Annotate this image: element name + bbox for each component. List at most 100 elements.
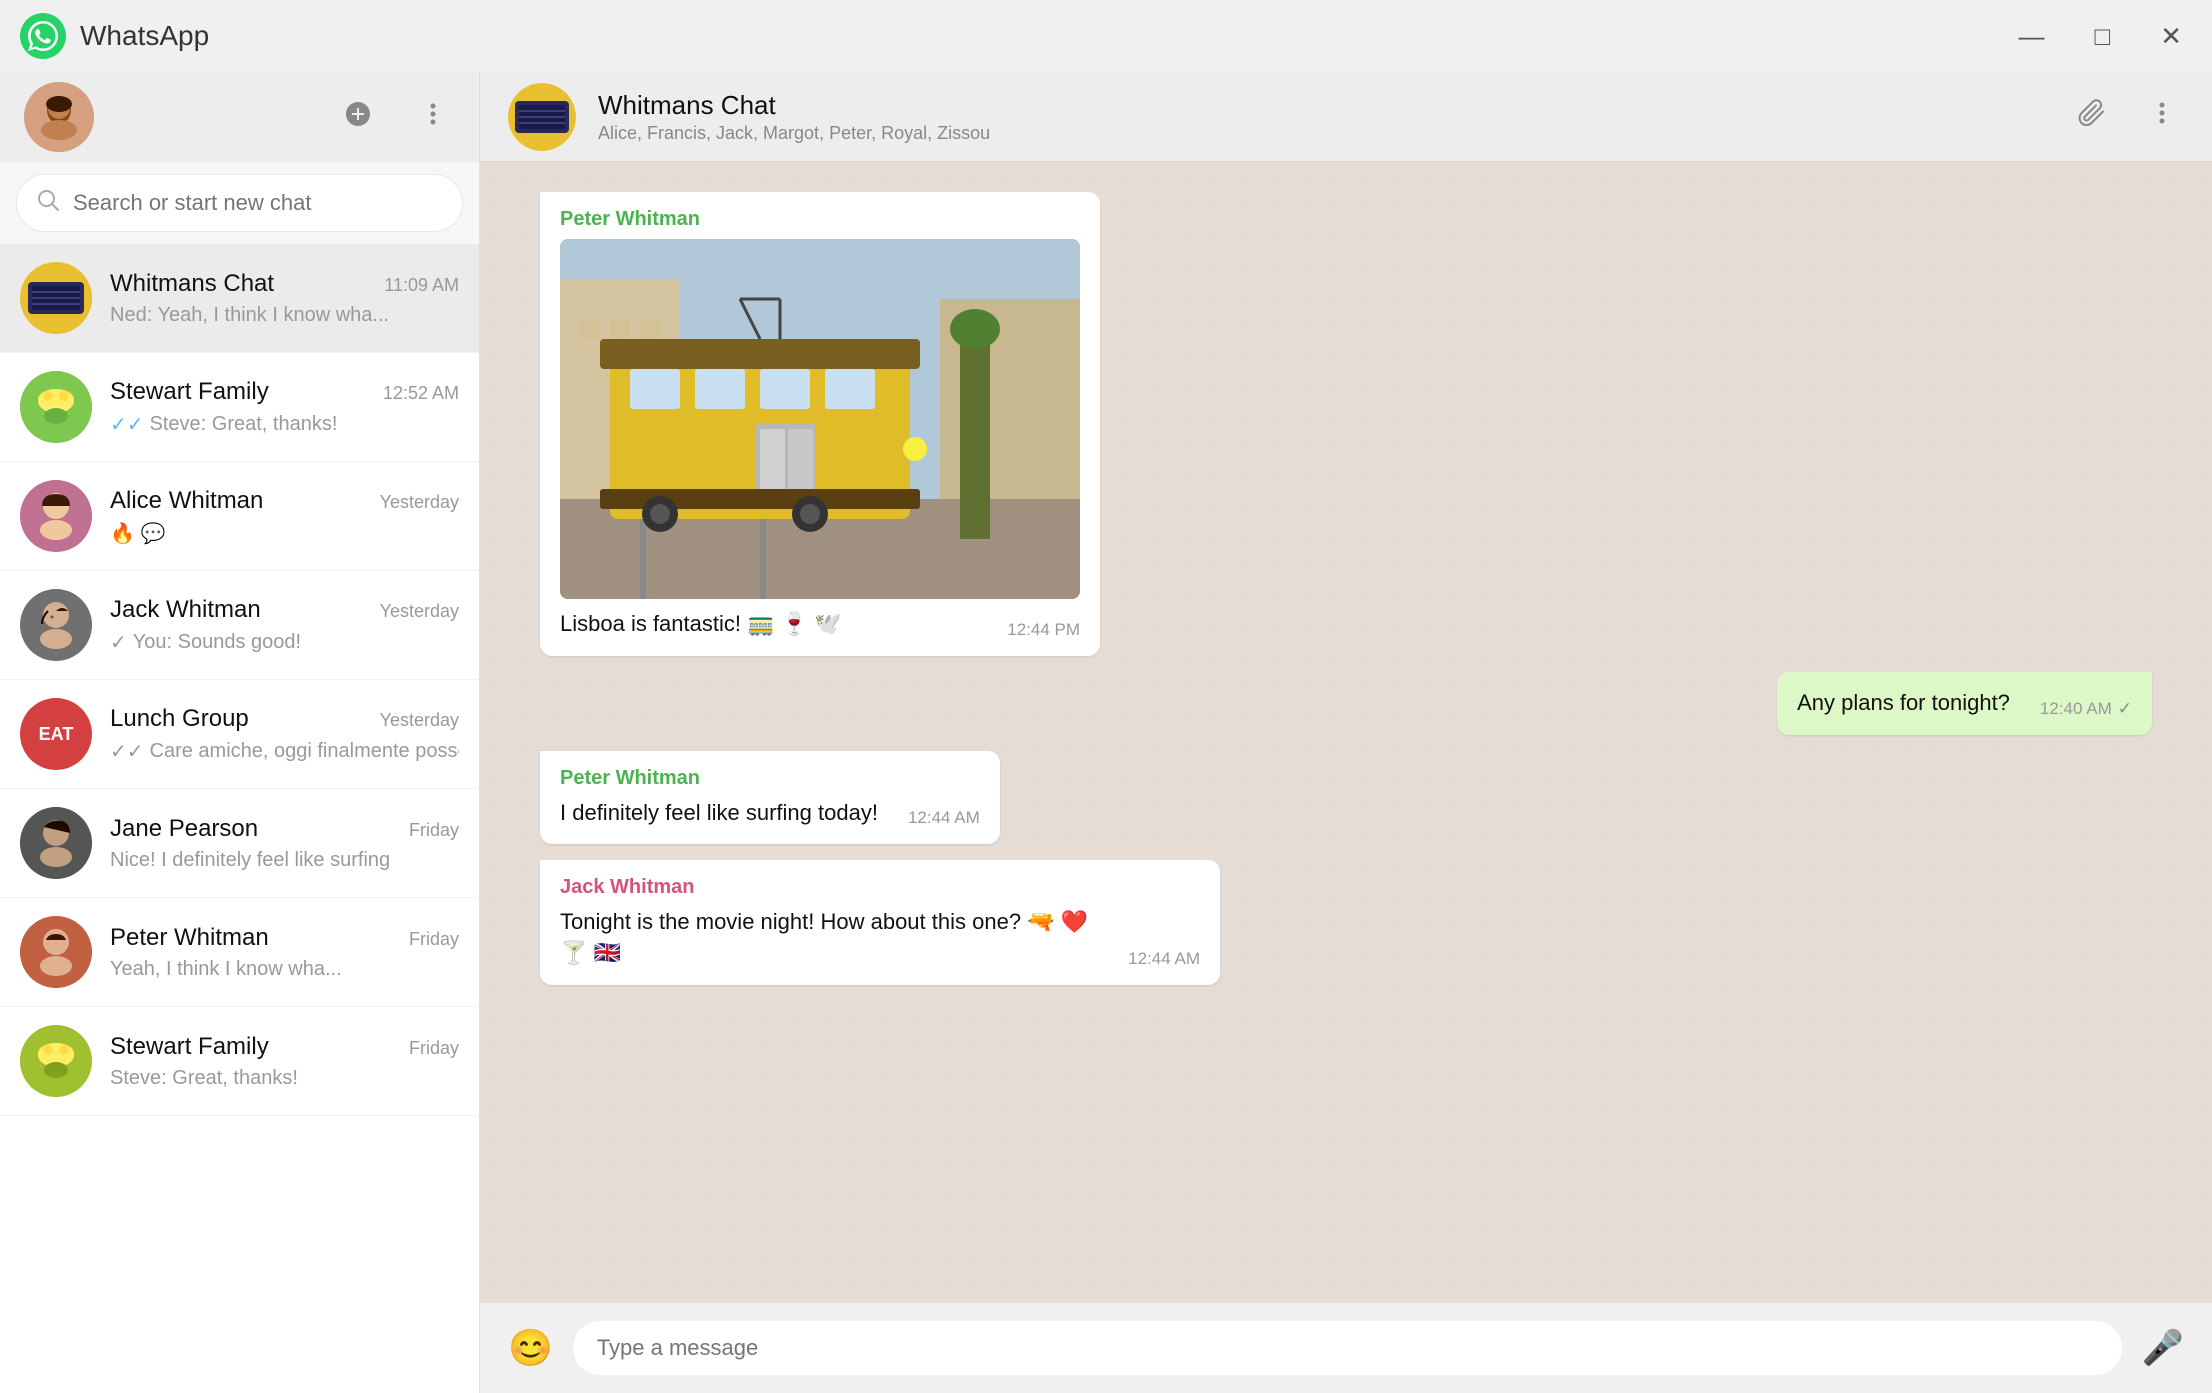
chat-header-icons [2068, 89, 2184, 144]
chat-info-lunch: Lunch Group Yesterday ✓✓ Care amiche, og… [110, 705, 459, 764]
chat-time-stewart2: Friday [409, 1038, 459, 1059]
chat-main: Whitmans Chat Alice, Francis, Jack, Marg… [480, 72, 2212, 1393]
app-container: Whitmans Chat 11:09 AM Ned: Yeah, I thin… [0, 72, 2212, 1393]
msg-time-4: 12:44 AM [1128, 949, 1200, 969]
chat-preview-jane: Nice! I definitely feel like surfing [110, 849, 459, 872]
msg-time-2: 12:40 AM [2040, 699, 2112, 719]
emoji-button[interactable]: 😊 [508, 1327, 553, 1369]
chat-info-jack: Jack Whitman Yesterday ✓ You: Sounds goo… [110, 596, 459, 655]
chat-time-jack: Yesterday [380, 601, 459, 622]
new-chat-button[interactable] [335, 91, 381, 144]
whatsapp-logo-icon [20, 13, 66, 59]
chat-name-alice: Alice Whitman [110, 487, 263, 515]
close-button[interactable]: ✕ [2150, 19, 2192, 53]
check-icon-lunch: ✓✓ [110, 739, 144, 764]
msg-time-3: 12:44 AM [908, 808, 980, 828]
chat-item-stewart[interactable]: Stewart Family 12:52 AM ✓✓ Steve: Great,… [0, 353, 479, 462]
chat-list: Whitmans Chat 11:09 AM Ned: Yeah, I thin… [0, 244, 479, 1393]
chat-avatar-stewart [20, 371, 92, 443]
my-avatar-image [24, 82, 94, 152]
messages-area: Peter Whitman [480, 162, 2212, 1303]
chat-item-stewart2[interactable]: Stewart Family Friday Steve: Great, than… [0, 1007, 479, 1116]
chat-item-peter[interactable]: Peter Whitman Friday Yeah, I think I kno… [0, 898, 479, 1007]
chat-preview-alice: 🔥 💬 [110, 521, 459, 546]
my-avatar[interactable] [24, 82, 94, 152]
chat-preview-peter: Yeah, I think I know wha... [110, 958, 459, 981]
chat-avatar-alice [20, 480, 92, 552]
chat-info-whitmans: Whitmans Chat 11:09 AM Ned: Yeah, I thin… [110, 270, 459, 327]
msg-text-2: Any plans for tonight? [1797, 688, 2010, 719]
chat-preview-stewart2: Steve: Great, thanks! [110, 1067, 459, 1090]
chat-name-lunch: Lunch Group [110, 705, 249, 733]
title-bar-left: WhatsApp [20, 13, 209, 59]
chat-item-jack[interactable]: Jack Whitman Yesterday ✓ You: Sounds goo… [0, 571, 479, 680]
msg-sender-jack-4: Jack Whitman [560, 876, 1200, 899]
chat-info-jane: Jane Pearson Friday Nice! I definitely f… [110, 815, 459, 872]
chat-name-peter: Peter Whitman [110, 924, 269, 952]
check-icon-2: ✓ [2118, 699, 2132, 719]
sidebar-more-options-button[interactable] [411, 92, 455, 143]
msg-text-3: I definitely feel like surfing today! [560, 798, 878, 829]
sidebar-header [0, 72, 479, 162]
chat-header: Whitmans Chat Alice, Francis, Jack, Marg… [480, 72, 2212, 162]
chat-name-stewart: Stewart Family [110, 378, 269, 406]
chat-avatar-whitmans [20, 262, 92, 334]
search-container [0, 162, 479, 244]
search-icon [37, 189, 59, 217]
chat-name-stewart2: Stewart Family [110, 1033, 269, 1061]
chat-header-info: Whitmans Chat Alice, Francis, Jack, Marg… [598, 90, 2046, 144]
chat-item-whitmans[interactable]: Whitmans Chat 11:09 AM Ned: Yeah, I thin… [0, 244, 479, 353]
chat-info-peter: Peter Whitman Friday Yeah, I think I kno… [110, 924, 459, 981]
chat-time-peter: Friday [409, 929, 459, 950]
chat-time-lunch: Yesterday [380, 710, 459, 731]
chat-avatar-jack [20, 589, 92, 661]
msg-time-1: 12:44 PM [1007, 620, 1080, 640]
chat-header-avatar [508, 83, 576, 151]
msg-text-1: Lisboa is fantastic! 🚃 🍷 🕊️ [560, 609, 842, 640]
message-2: Any plans for tonight? 12:40 AM ✓ [1777, 672, 2152, 735]
chat-info-stewart2: Stewart Family Friday Steve: Great, than… [110, 1033, 459, 1090]
chat-preview-whitmans: Ned: Yeah, I think I know wha... [110, 304, 459, 327]
title-bar: WhatsApp — □ ✕ [0, 0, 2212, 72]
chat-item-jane[interactable]: Jane Pearson Friday Nice! I definitely f… [0, 789, 479, 898]
msg-sender-peter-1: Peter Whitman [560, 208, 1080, 231]
message-input[interactable] [573, 1321, 2122, 1375]
chat-header-members: Alice, Francis, Jack, Margot, Peter, Roy… [598, 123, 2046, 144]
chat-preview-lunch: ✓✓ Care amiche, oggi finalmente posso [110, 739, 459, 764]
chat-preview-stewart: ✓✓ Steve: Great, thanks! [110, 412, 459, 437]
chat-avatar-lunch: EAT [20, 698, 92, 770]
chat-input-area: 😊 🎤 [480, 1303, 2212, 1393]
chat-time-jane: Friday [409, 820, 459, 841]
msg-text-4: Tonight is the movie night! How about th… [560, 907, 1098, 969]
search-input[interactable] [73, 190, 442, 216]
chat-item-lunch[interactable]: EAT Lunch Group Yesterday ✓✓ Care amiche… [0, 680, 479, 789]
chat-name-jack: Jack Whitman [110, 596, 261, 624]
chat-avatar-jane [20, 807, 92, 879]
search-box[interactable] [16, 174, 463, 232]
single-check-icon: ✓ [110, 630, 127, 655]
double-check-icon: ✓✓ [110, 412, 144, 437]
chat-avatar-peter [20, 916, 92, 988]
attach-button[interactable] [2068, 89, 2116, 144]
message-1: Peter Whitman [540, 192, 1100, 656]
chat-preview-jack: ✓ You: Sounds good! [110, 630, 459, 655]
chat-name-jane: Jane Pearson [110, 815, 258, 843]
minimize-button[interactable]: — [2008, 19, 2054, 53]
msg-sender-peter-3: Peter Whitman [560, 767, 980, 790]
message-4: Jack Whitman Tonight is the movie night!… [540, 860, 1220, 985]
maximize-button[interactable]: □ [2084, 19, 2120, 53]
tram-image [560, 239, 1080, 599]
chat-name-whitmans: Whitmans Chat [110, 270, 274, 298]
chat-item-alice[interactable]: Alice Whitman Yesterday 🔥 💬 [0, 462, 479, 571]
chat-info-stewart: Stewart Family 12:52 AM ✓✓ Steve: Great,… [110, 378, 459, 437]
sidebar: Whitmans Chat 11:09 AM Ned: Yeah, I thin… [0, 72, 480, 1393]
chat-more-options-button[interactable] [2140, 91, 2184, 142]
window-controls: — □ ✕ [2008, 19, 2192, 53]
chat-time-stewart: 12:52 AM [383, 383, 459, 404]
message-3: Peter Whitman I definitely feel like sur… [540, 751, 1000, 845]
chat-avatar-stewart2 [20, 1025, 92, 1097]
app-title: WhatsApp [80, 20, 209, 52]
microphone-button[interactable]: 🎤 [2142, 1328, 2184, 1368]
chat-info-alice: Alice Whitman Yesterday 🔥 💬 [110, 487, 459, 546]
chat-header-name: Whitmans Chat [598, 90, 2046, 121]
